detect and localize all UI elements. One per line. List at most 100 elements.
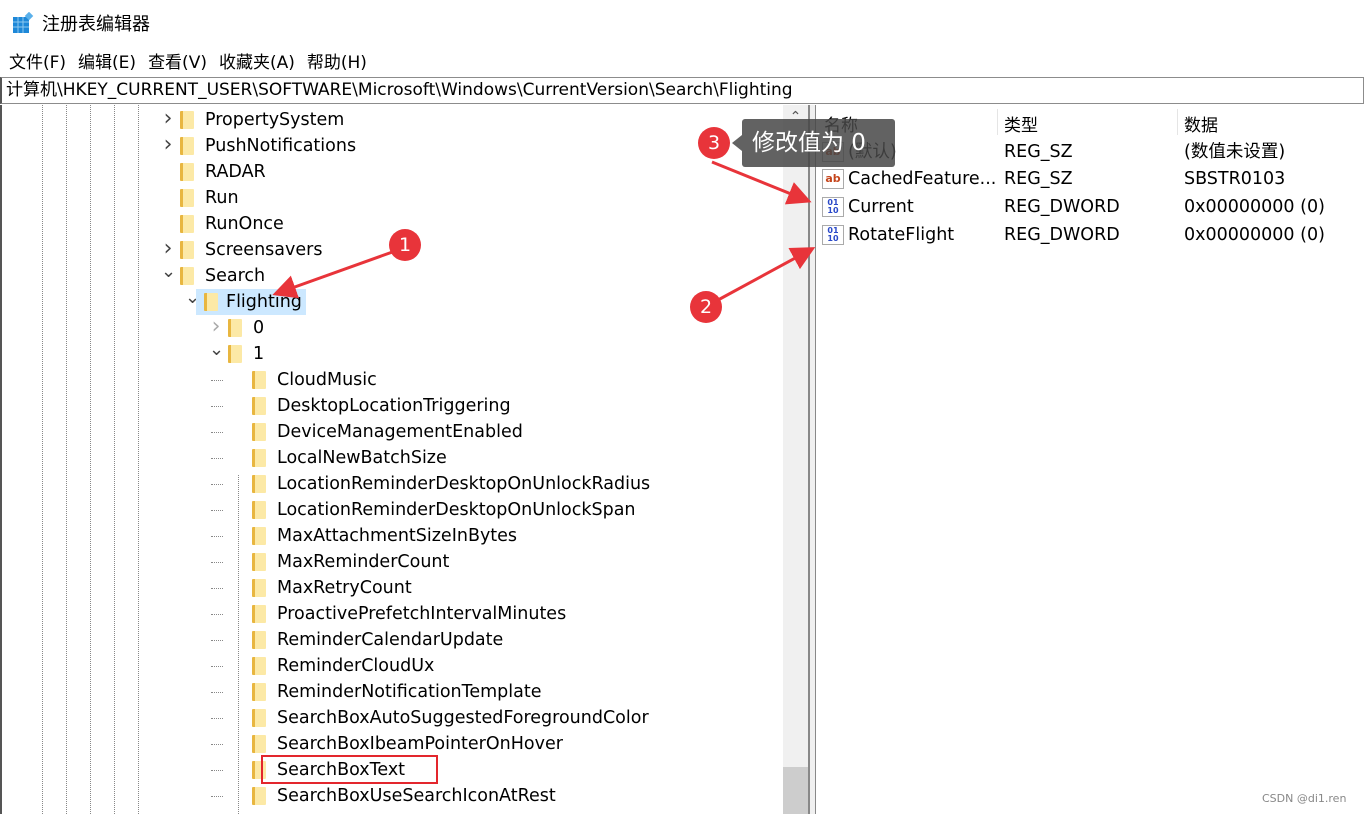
tree-item-label: ReminderNotificationTemplate bbox=[277, 682, 542, 702]
tree-item[interactable]: › 0 bbox=[2, 315, 783, 341]
chevron-down-icon[interactable]: ⌄ bbox=[161, 263, 176, 283]
tree-connector bbox=[211, 432, 223, 433]
tree-item-label: CloudMusic bbox=[277, 370, 377, 390]
tree-item[interactable]: DeviceManagementEnabled bbox=[2, 419, 783, 445]
tree-item-label: Search bbox=[205, 266, 266, 286]
tree-item[interactable]: ⌄ Flighting bbox=[2, 289, 783, 315]
tree-item-label: DesktopLocationTriggering bbox=[277, 396, 511, 416]
chevron-right-icon[interactable]: › bbox=[161, 238, 175, 260]
tree-item[interactable]: DesktopLocationTriggering bbox=[2, 393, 783, 419]
annotation-badge-3: 3 bbox=[698, 127, 730, 159]
tree-item[interactable]: ReminderNotificationTemplate bbox=[2, 679, 783, 705]
folder-icon bbox=[180, 241, 194, 259]
value-type: REG_SZ bbox=[1004, 142, 1073, 162]
tree-connector bbox=[211, 484, 223, 485]
tree-item[interactable]: MaxAttachmentSizeInBytes bbox=[2, 523, 783, 549]
tree-item[interactable]: LocationReminderDesktopOnUnlockSpan bbox=[2, 497, 783, 523]
value-row[interactable]: 01 10 RotateFlight REG_DWORD 0x00000000 (0) bbox=[816, 221, 1364, 249]
string-value-icon: ab bbox=[822, 169, 844, 189]
value-row[interactable]: 01 10 Current REG_DWORD 0x00000000 (0) bbox=[816, 193, 1364, 221]
tree-connector bbox=[211, 510, 223, 511]
folder-icon bbox=[180, 163, 194, 181]
scroll-thumb[interactable] bbox=[783, 767, 808, 814]
tree-item-label: 0 bbox=[253, 318, 265, 338]
menu-view[interactable]: 查看(V) bbox=[147, 48, 208, 73]
highlight-box bbox=[261, 755, 438, 784]
folder-icon bbox=[252, 579, 266, 597]
menu-favorites[interactable]: 收藏夹(A) bbox=[218, 48, 296, 73]
folder-icon bbox=[252, 631, 266, 649]
watermark: CSDN @di1.ren bbox=[1262, 792, 1347, 805]
tree-item-label: LocalNewBatchSize bbox=[277, 448, 447, 468]
tree-item[interactable]: MaxReminderCount bbox=[2, 549, 783, 575]
value-data: 0x00000000 (0) bbox=[1184, 225, 1325, 245]
folder-icon bbox=[252, 475, 266, 493]
tree-connector bbox=[211, 796, 223, 797]
tree-connector bbox=[211, 640, 223, 641]
tree-item[interactable]: LocalNewBatchSize bbox=[2, 445, 783, 471]
tree-item-label: MaxRetryCount bbox=[277, 578, 412, 598]
tree-item[interactable]: ReminderCalendarUpdate bbox=[2, 627, 783, 653]
folder-icon bbox=[228, 345, 242, 363]
registry-tree: › PropertySystem › PushNotifications RADAR Ru… bbox=[0, 105, 783, 814]
folder-icon bbox=[180, 267, 194, 285]
tree-item[interactable]: LocationReminderDesktopOnUnlockRadius bbox=[2, 471, 783, 497]
tree-item[interactable]: SearchBoxUseSearchIconAtRest bbox=[2, 783, 783, 809]
address-bar[interactable]: 计算机\HKEY_CURRENT_USER\SOFTWARE\Microsoft… bbox=[0, 77, 1364, 104]
chevron-right-icon[interactable]: › bbox=[161, 108, 175, 130]
tree-item-label: LocationReminderDesktopOnUnlockRadius bbox=[277, 474, 651, 494]
tree-item-label: DeviceManagementEnabled bbox=[277, 422, 523, 442]
tree-connector bbox=[211, 458, 223, 459]
menu-help[interactable]: 帮助(H) bbox=[306, 48, 368, 73]
value-data: (数值未设置) bbox=[1184, 142, 1286, 162]
tree-scrollbar[interactable]: ⌃ bbox=[783, 105, 808, 814]
folder-icon bbox=[252, 787, 266, 805]
value-data: SBSTR0103 bbox=[1184, 169, 1286, 189]
value-type: REG_SZ bbox=[1004, 169, 1073, 189]
folder-icon bbox=[252, 683, 266, 701]
tree-item[interactable]: ⌄ Search bbox=[2, 263, 783, 289]
binary-value-icon: 01 10 bbox=[822, 225, 844, 245]
annotation-tooltip: 修改值为 0 bbox=[732, 119, 895, 167]
column-divider[interactable] bbox=[1177, 109, 1178, 135]
value-row[interactable]: ab CachedFeature... REG_SZ SBSTR0103 bbox=[816, 165, 1364, 193]
tree-item-label: SearchBoxAutoSuggestedForegroundColor bbox=[277, 708, 649, 728]
folder-icon bbox=[252, 709, 266, 727]
tree-connector bbox=[211, 614, 223, 615]
tree-item[interactable]: Run bbox=[2, 185, 783, 211]
column-divider[interactable] bbox=[997, 109, 998, 135]
tree-item-label: RunOnce bbox=[205, 214, 284, 234]
value-data: 0x00000000 (0) bbox=[1184, 197, 1325, 217]
tree-item[interactable]: MaxRetryCount bbox=[2, 575, 783, 601]
annotation-badge-2: 2 bbox=[690, 291, 722, 323]
pane-splitter[interactable] bbox=[808, 105, 816, 814]
menu-file[interactable]: 文件(F) bbox=[8, 48, 67, 73]
chevron-right-icon[interactable]: › bbox=[209, 316, 223, 338]
folder-icon bbox=[252, 501, 266, 519]
chevron-down-icon[interactable]: ⌄ bbox=[209, 341, 224, 361]
column-header-type[interactable]: 类型 bbox=[1004, 111, 1038, 136]
tree-item-label: ProactivePrefetchIntervalMinutes bbox=[277, 604, 567, 624]
tree-connector bbox=[211, 666, 223, 667]
tree-item[interactable]: RADAR bbox=[2, 159, 783, 185]
tree-connector bbox=[211, 718, 223, 719]
values-list: 名称 类型 数据 ab(默认)REG_SZ(数值未设置)abCachedFeat… bbox=[816, 105, 1364, 814]
title-bar: 注册表编辑器 bbox=[0, 0, 1364, 44]
tree-item[interactable]: CloudMusic bbox=[2, 367, 783, 393]
tree-item[interactable]: › PropertySystem bbox=[2, 107, 783, 133]
tree-item-label: RADAR bbox=[205, 162, 266, 182]
tree-item[interactable]: SearchBoxIbeamPointerOnHover bbox=[2, 731, 783, 757]
tree-item-label: MaxReminderCount bbox=[277, 552, 450, 572]
folder-icon bbox=[252, 449, 266, 467]
folder-icon bbox=[252, 397, 266, 415]
menu-edit[interactable]: 编辑(E) bbox=[77, 48, 137, 73]
chevron-right-icon[interactable]: › bbox=[161, 134, 175, 156]
folder-icon bbox=[252, 527, 266, 545]
value-row[interactable]: ab(默认)REG_SZ(数值未设置) bbox=[816, 138, 1364, 166]
tree-item[interactable]: ProactivePrefetchIntervalMinutes bbox=[2, 601, 783, 627]
tree-item[interactable]: › PushNotifications bbox=[2, 133, 783, 159]
tree-item[interactable]: ⌄ 1 bbox=[2, 341, 783, 367]
tree-item[interactable]: SearchBoxAutoSuggestedForegroundColor bbox=[2, 705, 783, 731]
column-header-data[interactable]: 数据 bbox=[1184, 111, 1218, 136]
tree-item[interactable]: ReminderCloudUx bbox=[2, 653, 783, 679]
